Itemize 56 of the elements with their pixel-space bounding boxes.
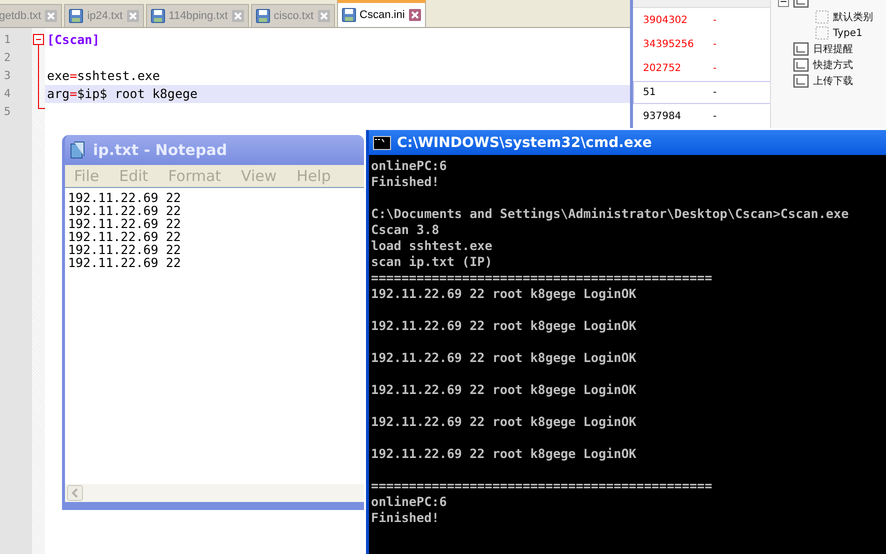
- close-icon[interactable]: [232, 10, 244, 22]
- console-line: 192.11.22.69 22 root k8gege LoginOK: [371, 350, 636, 365]
- console-line: =============================================: [371, 270, 712, 285]
- horizontal-scrollbar[interactable]: [65, 484, 364, 502]
- tree-item[interactable]: 快捷方式: [813, 58, 853, 72]
- folder-icon: [793, 58, 809, 72]
- fold-marker-icon[interactable]: [32, 31, 45, 109]
- close-icon[interactable]: [408, 9, 421, 21]
- close-icon[interactable]: [126, 10, 139, 22]
- close-icon[interactable]: [45, 10, 58, 22]
- console-line: Cscan 3.8: [371, 222, 440, 237]
- text-area[interactable]: 192.11.22.69 22 192.11.22.69 22 192.11.22.69 22 192.11.22.69 22 192.11.22.69 22 192.11.22.69 22: [65, 187, 364, 484]
- code-line: exe=sshtest.exe: [47, 68, 160, 83]
- window-title: C:\WINDOWS\system32\cmd.exe: [397, 134, 652, 150]
- file-row[interactable]: 202752 -: [633, 57, 771, 80]
- console-line: onlinePC:6: [371, 158, 447, 173]
- console-line: C:\Documents and Settings\Administrator\Desktop\Cscan>Cscan.exe: [371, 206, 849, 221]
- dotted-box-icon: [815, 26, 829, 40]
- console-line: 192.11.22.69 22 root k8gege LoginOK: [371, 286, 636, 301]
- console-line: 192.11.22.69 22 root k8gege LoginOK: [371, 382, 636, 397]
- line-number: 3: [3, 68, 12, 84]
- file-row[interactable]: 34395256 -: [633, 33, 771, 56]
- file-row[interactable]: 937984 -: [633, 105, 771, 128]
- console-icon: [373, 136, 391, 150]
- console-line: =============================================: [371, 478, 712, 493]
- folder-icon: [793, 74, 809, 88]
- tree-item[interactable]: 默认类别: [833, 10, 873, 24]
- tree-item[interactable]: 日程提醒: [813, 42, 853, 56]
- close-icon[interactable]: [318, 10, 330, 22]
- line-number: 5: [3, 104, 12, 120]
- console-line: 192.11.22.69 22 root k8gege LoginOK: [371, 318, 636, 333]
- console-line: load sshtest.exe: [371, 238, 492, 253]
- scroll-left-icon[interactable]: [67, 485, 83, 501]
- file-tab[interactable]: cisco.txt: [250, 4, 335, 27]
- code-line: [Cscan]: [47, 32, 100, 47]
- window-title: ip.txt - Notepad: [93, 141, 228, 159]
- file-tab[interactable]: 114bping.txt: [146, 4, 249, 27]
- tree-item[interactable]: 上传下载: [813, 74, 853, 88]
- console-line: 192.11.22.69 22 root k8gege LoginOK: [371, 414, 636, 429]
- code-line: arg=$ip$ root k8gege: [47, 86, 198, 101]
- file-tab[interactable]: ip24.txt: [64, 4, 144, 27]
- line-number: 1: [3, 32, 12, 48]
- tree-item[interactable]: Type1: [833, 28, 862, 38]
- file-row[interactable]: 51 -: [633, 81, 771, 104]
- console-line: 192.11.22.69 22 root k8gege LoginOK: [371, 446, 636, 461]
- line-number: 2: [3, 50, 12, 66]
- console-line: Finished!: [371, 510, 440, 525]
- folder-icon: [793, 42, 809, 56]
- file-tab[interactable]: Cscan.ini: [336, 0, 426, 27]
- line-number: 4: [3, 86, 12, 102]
- notepad-icon: [69, 141, 87, 159]
- console-line: Finished!: [371, 174, 440, 189]
- file-row[interactable]: 3904302 -: [633, 9, 771, 32]
- console-line: scan ip.txt (IP): [371, 254, 492, 269]
- console-line: onlinePC:6: [371, 494, 447, 509]
- dotted-box-icon: [815, 10, 829, 24]
